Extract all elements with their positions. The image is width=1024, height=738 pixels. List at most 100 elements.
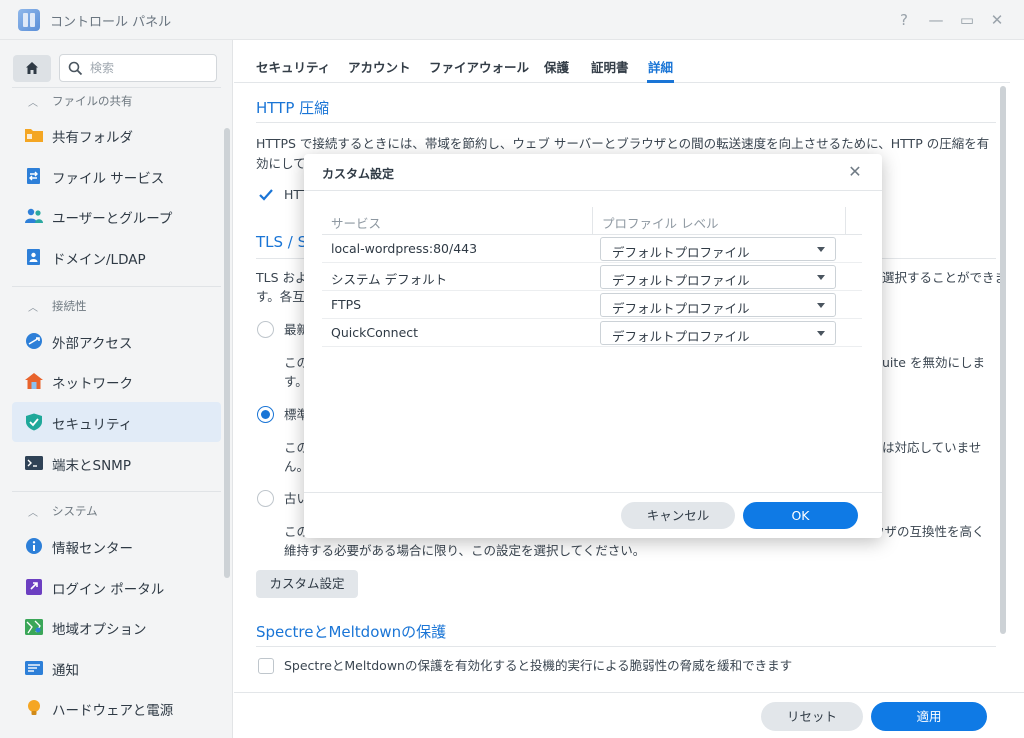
tls-description-line2: す。各互 <box>256 289 305 304</box>
lightbulb-icon <box>28 700 40 715</box>
profile-level-select[interactable]: デフォルトプロファイル <box>600 293 836 317</box>
tls-option-modern-radio[interactable] <box>257 321 274 338</box>
sidebar-item-shared-folder[interactable]: 共有フォルダ <box>12 115 221 155</box>
tab-advanced[interactable]: 詳細 <box>648 57 673 76</box>
window-title: コントロール パネル <box>50 15 172 30</box>
home-button[interactable] <box>13 55 51 82</box>
http-compression-title: HTTP 圧縮 <box>256 99 330 117</box>
sidebar-item-terminal-snmp[interactable]: 端末とSNMP <box>12 443 221 483</box>
footer-bar: リセット 適用 <box>234 692 1024 738</box>
section-header-connectivity[interactable]: ︿ 接続性 <box>0 292 233 320</box>
tab-certificate[interactable]: 証明書 <box>591 57 629 76</box>
tab-bar: セキュリティ アカウント ファイアウォール 保護 証明書 詳細 <box>234 40 1010 83</box>
checkmark-icon <box>259 189 273 201</box>
domain-icon <box>27 249 40 265</box>
main-scrollbar[interactable] <box>1000 86 1006 634</box>
dialog-divider <box>304 492 882 493</box>
spectre-title: SpectreとMeltdownの保護 <box>256 623 447 641</box>
dialog-title: カスタム設定 <box>322 167 395 181</box>
tls-description-line1-left: TLS およ <box>256 270 308 285</box>
tls-option-legacy-desc-line2: 維持する必要がある場合に限り、この設定を選択してください。 <box>284 543 646 558</box>
tab-protection[interactable]: 保護 <box>544 57 569 76</box>
custom-settings-dialog: カスタム設定 ✕ サービス プロファイル レベル local-wordpress… <box>304 154 882 538</box>
tls-option-legacy-radio[interactable] <box>257 490 274 507</box>
sidebar-item-info-center[interactable]: 情報センター <box>12 526 221 566</box>
maximize-icon[interactable]: ▭ <box>956 9 978 31</box>
window-titlebar: コントロール パネル ? — ▭ ✕ <box>0 0 1024 40</box>
users-icon <box>25 208 43 223</box>
home-icon <box>26 62 38 74</box>
active-tab-indicator <box>647 80 674 83</box>
external-access-icon <box>26 333 42 349</box>
dropdown-caret-icon <box>817 331 825 336</box>
spectre-checkbox-label: SpectreとMeltdownの保護を有効化すると投機的実行による脆弱性の脅威… <box>284 658 793 673</box>
service-name: local-wordpress:80/443 <box>331 241 478 256</box>
column-header-service[interactable]: サービス <box>331 213 381 232</box>
map-icon <box>25 619 43 635</box>
close-icon[interactable]: ✕ <box>846 162 864 181</box>
folder-icon <box>25 129 43 142</box>
profile-level-select[interactable]: デフォルトプロファイル <box>600 321 836 345</box>
login-portal-icon <box>26 579 42 595</box>
search-input[interactable] <box>90 59 210 77</box>
sidebar-item-security[interactable]: セキュリティ <box>12 402 221 442</box>
tab-security[interactable]: セキュリティ <box>256 57 330 76</box>
control-panel-app-icon <box>18 9 40 31</box>
notification-icon <box>25 661 43 675</box>
dialog-divider <box>304 190 882 191</box>
tab-account[interactable]: アカウント <box>348 57 411 76</box>
column-divider[interactable] <box>845 207 846 235</box>
profile-level-select[interactable]: デフォルトプロファイル <box>600 237 836 261</box>
dropdown-caret-icon <box>817 275 825 280</box>
table-row: QuickConnect デフォルトプロファイル <box>322 319 862 347</box>
column-divider[interactable] <box>592 207 593 235</box>
reset-button[interactable]: リセット <box>761 702 863 731</box>
table-header: サービス プロファイル レベル <box>322 207 862 235</box>
minimize-icon[interactable]: — <box>925 9 947 31</box>
chevron-up-icon: ︿ <box>28 98 38 109</box>
tls-option-legacy-desc-right: ウザの互換性を高く <box>872 524 985 539</box>
section-divider <box>256 122 996 123</box>
search-icon <box>68 61 83 76</box>
sidebar-item-users-groups[interactable]: ユーザーとグループ <box>12 196 221 236</box>
table-row: システム デフォルト デフォルトプロファイル <box>322 263 862 291</box>
chevron-up-icon: ︿ <box>28 508 38 519</box>
close-icon[interactable]: ✕ <box>986 9 1008 31</box>
column-header-profile[interactable]: プロファイル レベル <box>602 213 718 232</box>
sidebar: ︿ ファイルの共有 共有フォルダ ファイル サービス ユーザーとグループ ドメイ… <box>0 40 233 738</box>
sidebar-item-login-portal[interactable]: ログイン ポータル <box>12 567 221 607</box>
sidebar-item-regional-options[interactable]: 地域オプション <box>12 607 221 647</box>
sidebar-item-domain-ldap[interactable]: ドメイン/LDAP <box>12 237 221 277</box>
sidebar-item-notifications[interactable]: 通知 <box>12 648 221 688</box>
apply-button[interactable]: 適用 <box>871 702 987 731</box>
sidebar-item-external-access[interactable]: 外部アクセス <box>12 321 221 361</box>
tls-option-standard-radio[interactable] <box>257 406 274 423</box>
cancel-button[interactable]: キャンセル <box>621 502 735 529</box>
dropdown-caret-icon <box>817 247 825 252</box>
sidebar-item-file-services[interactable]: ファイル サービス <box>12 156 221 196</box>
http-compression-checkbox[interactable] <box>258 187 274 203</box>
file-services-icon <box>27 168 40 184</box>
section-header-file-sharing[interactable]: ︿ ファイルの共有 <box>0 87 233 115</box>
section-divider <box>256 646 996 647</box>
tls-option-standard-desc-right: は対応していませ <box>882 440 982 455</box>
service-name: FTPS <box>331 297 362 312</box>
shield-icon <box>26 413 42 431</box>
service-name: システム デフォルト <box>331 272 448 287</box>
search-field[interactable] <box>59 54 217 82</box>
sidebar-item-network[interactable]: ネットワーク <box>12 361 221 401</box>
terminal-icon <box>25 456 43 470</box>
tab-firewall[interactable]: ファイアウォール <box>429 57 529 76</box>
dropdown-caret-icon <box>817 303 825 308</box>
service-name: QuickConnect <box>331 325 419 340</box>
custom-settings-button[interactable]: カスタム設定 <box>256 570 358 598</box>
chevron-up-icon: ︿ <box>28 303 38 314</box>
section-header-system[interactable]: ︿ システム <box>0 497 233 525</box>
sidebar-scrollbar[interactable] <box>224 128 230 578</box>
help-icon[interactable]: ? <box>893 9 915 31</box>
ok-button[interactable]: OK <box>743 502 858 529</box>
sidebar-divider <box>12 491 221 492</box>
spectre-checkbox[interactable] <box>258 658 274 674</box>
sidebar-item-hardware-power[interactable]: ハードウェアと電源 <box>12 688 221 728</box>
profile-level-select[interactable]: デフォルトプロファイル <box>600 265 836 289</box>
